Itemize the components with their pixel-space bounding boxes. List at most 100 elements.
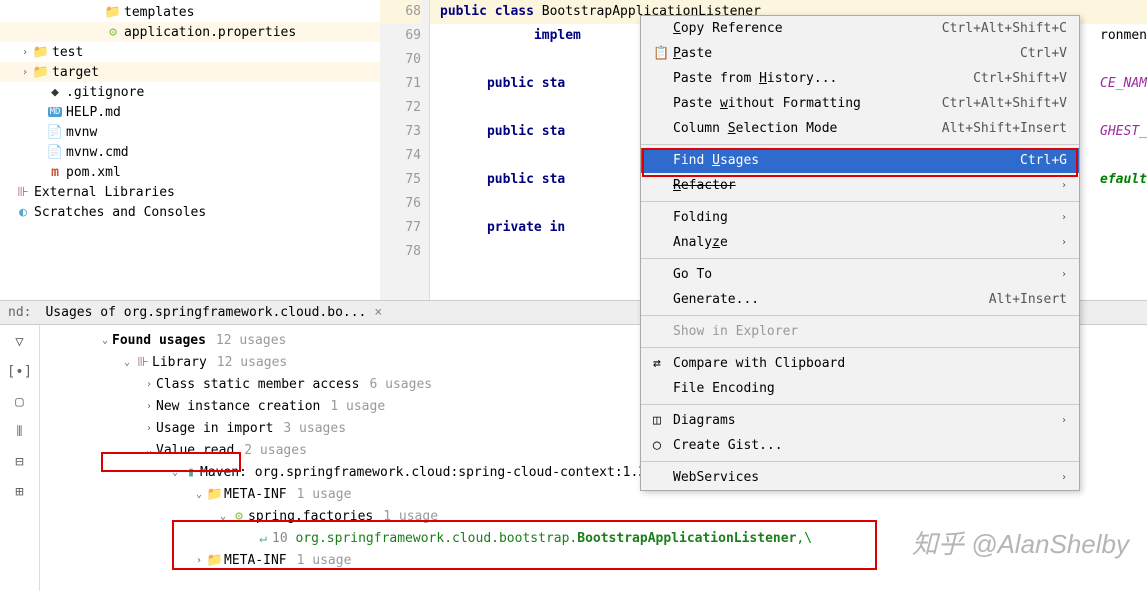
menu-item-paste-without-formatting[interactable]: Paste without FormattingCtrl+Alt+Shift+V [641, 91, 1079, 116]
menu-item-find-usages[interactable]: Find UsagesCtrl+G [641, 148, 1079, 173]
menu-item-analyze[interactable]: Analyze› [641, 230, 1079, 255]
menu-item-refactor[interactable]: Refactor› [641, 173, 1079, 198]
menu-shortcut: Alt+Insert [989, 292, 1067, 307]
project-tree: 📁templates⚙application.properties›📁test›… [0, 0, 380, 300]
usage-count: 1 usage [320, 399, 385, 414]
find-header-title[interactable]: Usages of org.springframework.cloud.bo..… [45, 305, 366, 320]
line-number: 72 [380, 96, 421, 120]
brackets-button[interactable]: [•] [9, 361, 31, 383]
expand-arrow-icon[interactable]: ⌄ [168, 467, 182, 478]
git-icon: ◆ [46, 85, 64, 100]
line-number: 69 [380, 24, 421, 48]
menu-shortcut: Ctrl+G [1020, 153, 1067, 168]
expand-arrow-icon[interactable]: ⌄ [216, 511, 230, 522]
menu-item-column-selection-mode[interactable]: Column Selection ModeAlt+Shift+Insert [641, 116, 1079, 141]
submenu-arrow-icon: › [1053, 237, 1067, 248]
usage-label: Library [152, 355, 207, 370]
expand-arrow-icon[interactable]: › [142, 401, 156, 412]
tree-item-label: Scratches and Consoles [32, 205, 206, 220]
tree-item[interactable]: ⚙application.properties [0, 22, 380, 42]
expand-arrow-icon[interactable]: › [192, 555, 206, 566]
code-fragment: efault [1100, 168, 1147, 192]
expand-arrow-icon[interactable]: ⌄ [120, 357, 134, 368]
menu-item-compare-with-clipboard[interactable]: ⇄Compare with Clipboard [641, 351, 1079, 376]
usage-code: 10 org.springframework.cloud.bootstrap.B… [272, 531, 812, 546]
menu-item-file-encoding[interactable]: File Encoding [641, 376, 1079, 401]
tree-item-label: HELP.md [64, 105, 121, 120]
tree-item-label: application.properties [122, 25, 296, 40]
expand-arrow-icon[interactable]: ⌄ [142, 445, 156, 456]
menu-label: Generate... [673, 292, 989, 307]
tree-item[interactable]: 📄mvnw [0, 122, 380, 142]
filter-button[interactable]: ▽ [9, 331, 31, 353]
line-number: 74 [380, 144, 421, 168]
menu-item-folding[interactable]: Folding› [641, 205, 1079, 230]
close-icon[interactable]: × [366, 305, 390, 320]
expand-arrow-icon[interactable]: ⌄ [98, 335, 112, 346]
code-icon: ↵ [254, 531, 272, 546]
tree-item[interactable]: 📄mvnw.cmd [0, 142, 380, 162]
line-number: 70 [380, 48, 421, 72]
maven-lib-icon: ▮ [182, 465, 200, 480]
line-number: 77 [380, 216, 421, 240]
tree-item[interactable]: MDHELP.md [0, 102, 380, 122]
tree-item-label: External Libraries [32, 185, 175, 200]
menu-item-copy-reference[interactable]: Copy ReferenceCtrl+Alt+Shift+C [641, 16, 1079, 41]
find-toolbar: ▽ [•] ▢ ⫴ ⊟ ⊞ [0, 325, 40, 591]
usage-count: 3 usages [273, 421, 346, 436]
collapse-button[interactable]: ⊟ [9, 451, 31, 473]
line-number: 71 [380, 72, 421, 96]
expand-button[interactable]: ⊞ [9, 481, 31, 503]
usage-label: META-INF [224, 487, 287, 502]
menu-item-paste-from-history[interactable]: Paste from History...Ctrl+Shift+V [641, 66, 1079, 91]
usage-row[interactable]: ⌄⚙spring.factories1 usage [40, 505, 1147, 527]
tree-item[interactable]: ◆.gitignore [0, 82, 380, 102]
menu-separator [641, 404, 1079, 405]
file-icon: 📄 [46, 145, 64, 160]
line-number: 68 [380, 0, 421, 24]
columns-button[interactable]: ⫴ [9, 421, 31, 443]
usage-count: 2 usages [234, 443, 307, 458]
expand-arrow-icon[interactable]: › [142, 379, 156, 390]
menu-separator [641, 347, 1079, 348]
usage-row[interactable]: ↵10 org.springframework.cloud.bootstrap.… [40, 527, 1147, 549]
menu-shortcut: Ctrl+Alt+Shift+V [942, 96, 1067, 111]
folder-orange-icon: 📁 [32, 65, 50, 80]
menu-shortcut: Alt+Shift+Insert [942, 121, 1067, 136]
menu-item-show-in-explorer: Show in Explorer [641, 319, 1079, 344]
menu-label: Refactor [673, 178, 1053, 193]
menu-item-paste[interactable]: 📋PasteCtrl+V [641, 41, 1079, 66]
tree-item[interactable]: ›📁target [0, 62, 380, 82]
expand-arrow-icon[interactable]: › [142, 423, 156, 434]
menu-shortcut: Ctrl+V [1020, 46, 1067, 61]
menu-item-diagrams[interactable]: ◫Diagrams› [641, 408, 1079, 433]
usage-label: Value read [156, 443, 234, 458]
tree-item[interactable]: ⊪External Libraries [0, 182, 380, 202]
menu-label: Diagrams [673, 413, 1053, 428]
menu-separator [641, 258, 1079, 259]
usage-row[interactable]: ›📁META-INF1 usage [40, 549, 1147, 571]
expand-arrow-icon[interactable]: › [18, 47, 32, 58]
square-button[interactable]: ▢ [9, 391, 31, 413]
props-icon: ⚙ [104, 25, 122, 40]
tree-item[interactable]: ›📁test [0, 42, 380, 62]
tree-item[interactable]: mpom.xml [0, 162, 380, 182]
menu-item-create-gist[interactable]: ◯Create Gist... [641, 433, 1079, 458]
menu-label: File Encoding [673, 381, 1067, 396]
tree-item-label: pom.xml [64, 165, 121, 180]
menu-shortcut: Ctrl+Alt+Shift+C [942, 21, 1067, 36]
line-number: 78 [380, 240, 421, 264]
menu-label: Paste from History... [673, 71, 973, 86]
menu-item-generate[interactable]: Generate...Alt+Insert [641, 287, 1079, 312]
line-gutter: 6869707172737475767778 [380, 0, 430, 300]
expand-arrow-icon[interactable]: › [18, 67, 32, 78]
menu-item-go-to[interactable]: Go To› [641, 262, 1079, 287]
menu-item-webservices[interactable]: WebServices› [641, 465, 1079, 490]
tree-item[interactable]: 📁templates [0, 2, 380, 22]
expand-arrow-icon[interactable]: ⌄ [192, 489, 206, 500]
menu-label: Go To [673, 267, 1053, 282]
tree-item[interactable]: ◐Scratches and Consoles [0, 202, 380, 222]
menu-separator [641, 461, 1079, 462]
usage-count: 1 usage [287, 487, 352, 502]
usage-label: New instance creation [156, 399, 320, 414]
